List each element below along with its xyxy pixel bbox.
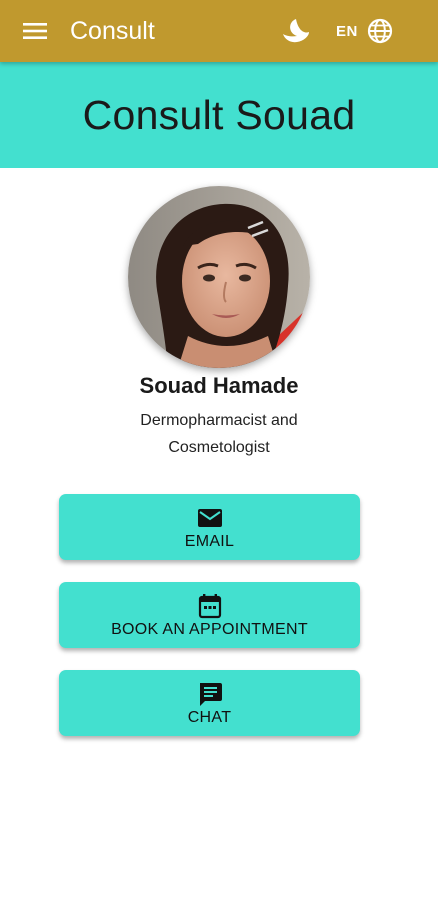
profile-role-line1: Dermopharmacist and [140,412,298,429]
avatar [128,186,310,368]
app-title: Consult [70,17,155,45]
app-bar: Consult EN [0,0,438,62]
book-appointment-button-label: BOOK AN APPOINTMENT [111,620,308,638]
email-icon [196,504,224,532]
globe-icon [367,18,392,44]
profile-name: Souad Hamade [139,373,299,398]
language-code: EN [336,22,358,40]
profile-role-line2: Cosmetologist [168,439,270,456]
email-button[interactable]: EMAIL [59,494,360,560]
theme-toggle-button[interactable] [280,16,312,46]
header-banner: Consult Souad [0,62,438,168]
chat-icon [196,680,224,708]
calendar-icon [196,592,224,620]
chat-button-label: CHAT [187,708,232,726]
language-button[interactable]: EN [336,14,393,48]
book-appointment-button[interactable]: BOOK AN APPOINTMENT [59,582,360,648]
moon-icon [283,19,309,43]
email-button-label: EMAIL [184,532,235,550]
menu-icon [23,23,47,39]
chat-button[interactable]: CHAT [59,670,360,736]
menu-button[interactable] [18,17,52,45]
page-title: Consult Souad [82,91,356,138]
profile-role: Dermopharmacist and Cosmetologist [119,407,319,461]
